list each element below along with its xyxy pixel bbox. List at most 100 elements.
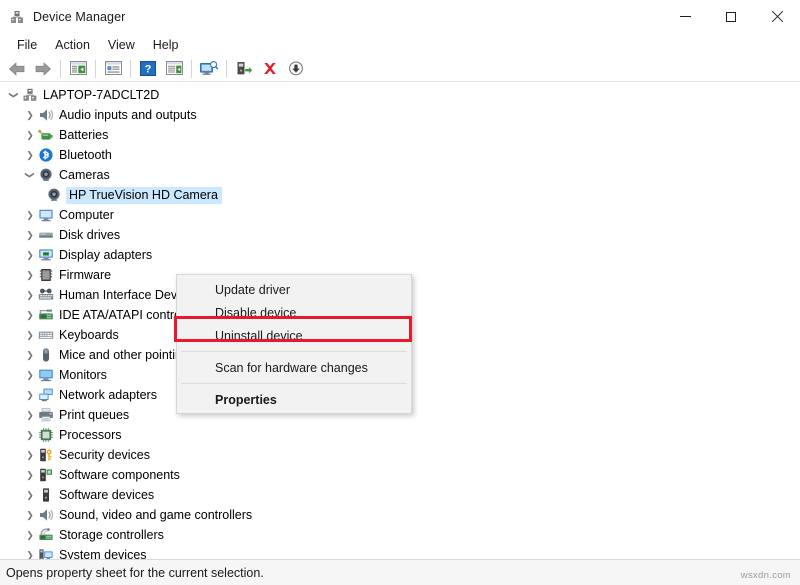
uninstall-device-button[interactable]: [258, 58, 282, 80]
tree-row-hp-truevision-hd-camera[interactable]: HP TrueVision HD Camera: [0, 185, 800, 205]
tree-label: Computer: [59, 208, 114, 222]
tree-row-display-adapters[interactable]: ❯ Display adapters: [0, 245, 800, 265]
tree-label-selected: HP TrueVision HD Camera: [66, 186, 222, 204]
menu-bar: File Action View Help: [0, 33, 800, 56]
security-device-icon: [38, 447, 54, 463]
keyboard-icon: [38, 327, 54, 343]
tree-row-processors[interactable]: ❯ Processors: [0, 425, 800, 445]
tree-row-cameras[interactable]: ❯ Cameras: [0, 165, 800, 185]
properties-button[interactable]: [101, 58, 125, 80]
maximize-button[interactable]: [708, 0, 754, 33]
svg-text:?: ?: [145, 63, 152, 75]
back-arrow-icon: [8, 61, 26, 77]
chevron-right-icon[interactable]: ❯: [22, 367, 38, 383]
computer-root-icon: [22, 87, 38, 103]
chevron-right-icon[interactable]: ❯: [22, 527, 38, 543]
chevron-right-icon[interactable]: ❯: [22, 287, 38, 303]
chevron-right-icon[interactable]: ❯: [22, 547, 38, 559]
tree-label: Sound, video and game controllers: [59, 508, 253, 522]
tree-label: Keyboards: [59, 328, 119, 342]
close-icon: [771, 11, 783, 23]
forward-button[interactable]: [31, 58, 55, 80]
scan-hardware-changes-button[interactable]: [197, 58, 221, 80]
close-button[interactable]: [754, 0, 800, 33]
disable-device-button[interactable]: [284, 58, 308, 80]
title-bar: Device Manager: [0, 0, 800, 33]
chevron-right-icon[interactable]: ❯: [22, 507, 38, 523]
chevron-right-icon[interactable]: ❯: [22, 387, 38, 403]
network-adapter-icon: [38, 387, 54, 403]
tree-row-security-devices[interactable]: ❯ Security devices: [0, 445, 800, 465]
chevron-right-icon[interactable]: ❯: [22, 487, 38, 503]
menu-file[interactable]: File: [8, 36, 46, 54]
chevron-right-icon[interactable]: ❯: [22, 467, 38, 483]
tree-row-software-devices[interactable]: ❯ Software devices: [0, 485, 800, 505]
context-menu[interactable]: Update driver Disable device Uninstall d…: [176, 274, 412, 414]
maximize-icon: [726, 11, 736, 22]
chevron-right-icon[interactable]: ❯: [22, 347, 38, 363]
chevron-right-icon[interactable]: ❯: [22, 147, 38, 163]
toolbar-separator-2: [95, 59, 96, 78]
human-interface-icon: [38, 287, 54, 303]
tree-row-disk-drives[interactable]: ❯ Disk drives: [0, 225, 800, 245]
tree-row-computer[interactable]: ❯ Computer: [0, 205, 800, 225]
context-menu-separator-1: [181, 351, 407, 352]
tree-label: Print queues: [59, 408, 130, 422]
chevron-right-icon[interactable]: ❯: [22, 267, 38, 283]
ctx-update-driver[interactable]: Update driver: [177, 278, 411, 301]
ctx-uninstall-device[interactable]: Uninstall device: [177, 324, 411, 347]
enable-device-button[interactable]: [232, 58, 256, 80]
firmware-icon: [38, 267, 54, 283]
update-driver-button[interactable]: [162, 58, 186, 80]
help-question-icon: ?: [140, 61, 156, 76]
tree-label: Monitors: [59, 368, 107, 382]
ctx-properties[interactable]: Properties: [177, 388, 411, 411]
tree-label: Storage controllers: [59, 528, 164, 542]
chevron-right-icon[interactable]: ❯: [22, 227, 38, 243]
chevron-right-icon[interactable]: ❯: [22, 307, 38, 323]
menu-help[interactable]: Help: [144, 36, 188, 54]
chevron-right-icon[interactable]: ❯: [22, 327, 38, 343]
tree-label: Bluetooth: [59, 148, 112, 162]
status-bar: Opens property sheet for the current sel…: [0, 559, 800, 585]
tree-row-batteries[interactable]: ❯ Batteries: [0, 125, 800, 145]
monitor-icon: [38, 367, 54, 383]
tree-label: Display adapters: [59, 248, 153, 262]
tree-row-system-devices[interactable]: ❯ System devices: [0, 545, 800, 559]
status-text: Opens property sheet for the current sel…: [6, 565, 264, 580]
system-device-icon: [38, 547, 54, 559]
tree-row-sound-video-and-game-controllers[interactable]: ❯ Sound, video and game controllers: [0, 505, 800, 525]
tree-row-storage-controllers[interactable]: ❯ Storage controllers: [0, 525, 800, 545]
disk-drive-icon: [38, 227, 54, 243]
chevron-right-icon[interactable]: ❯: [22, 427, 38, 443]
chevron-down-icon[interactable]: ❯: [22, 167, 38, 183]
disable-device-down-arrow-icon: [288, 61, 304, 76]
show-hide-console-tree-button[interactable]: [66, 58, 90, 80]
chevron-right-icon[interactable]: ❯: [22, 247, 38, 263]
help-button[interactable]: ?: [136, 58, 160, 80]
chevron-right-icon[interactable]: ❯: [22, 407, 38, 423]
mouse-icon: [38, 347, 54, 363]
tree-row-audio-inputs-and-outputs[interactable]: ❯ Audio inputs and outputs: [0, 105, 800, 125]
ctx-disable-device[interactable]: Disable device: [177, 301, 411, 324]
tree-label: System devices: [59, 548, 147, 559]
tree-row-root[interactable]: ❯ LAPTOP-7ADCLT2D: [0, 85, 800, 105]
menu-action[interactable]: Action: [46, 36, 99, 54]
chevron-right-icon[interactable]: ❯: [22, 207, 38, 223]
camera-icon: [38, 167, 54, 183]
display-adapter-icon: [38, 247, 54, 263]
device-tree[interactable]: ❯ LAPTOP-7ADCLT2D ❯ Audio inputs and out…: [0, 82, 800, 559]
chevron-right-icon[interactable]: ❯: [22, 107, 38, 123]
bluetooth-icon: [38, 147, 54, 163]
chevron-right-icon[interactable]: ❯: [22, 127, 38, 143]
tree-row-software-components[interactable]: ❯ Software components: [0, 465, 800, 485]
battery-icon: [38, 127, 54, 143]
menu-view[interactable]: View: [99, 36, 144, 54]
ctx-scan-hardware-changes[interactable]: Scan for hardware changes: [177, 356, 411, 379]
toolbar: ?: [0, 56, 800, 82]
minimize-button[interactable]: [662, 0, 708, 33]
tree-row-bluetooth[interactable]: ❯ Bluetooth: [0, 145, 800, 165]
chevron-right-icon[interactable]: ❯: [22, 447, 38, 463]
chevron-down-icon[interactable]: ❯: [6, 87, 22, 103]
back-button[interactable]: [5, 58, 29, 80]
